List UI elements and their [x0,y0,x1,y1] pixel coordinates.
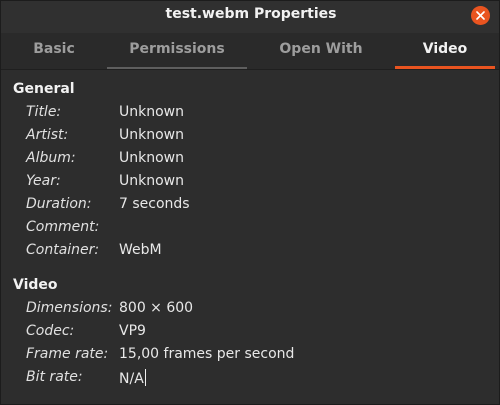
frame-rate-value: 15,00 frames per second [119,346,295,362]
container-label: Container: [26,242,100,258]
duration-value: 7 seconds [119,196,190,212]
duration-label: Duration: [26,196,92,212]
artist-label: Artist: [26,127,69,143]
artist-value: Unknown [119,127,184,143]
dimensions-value: 800 × 600 [119,300,194,316]
tab-basic[interactable]: Basic [1,33,107,69]
general-heading: General [13,81,75,97]
frame-rate-label: Frame rate: [26,346,109,362]
year-value: Unknown [119,173,184,189]
tab-video[interactable]: Video [395,33,495,69]
tab-bar: Basic Permissions Open With Video [1,33,499,70]
video-properties-panel: General Title: Unknown Artist: Unknown A… [1,70,499,404]
codec-value: VP9 [119,323,146,339]
album-label: Album: [26,150,76,166]
bit-rate-value-wrapper[interactable]: N/A [119,369,146,387]
window-title: test.webm Properties [165,6,337,22]
video-heading: Video [13,277,58,293]
close-icon [476,11,485,20]
text-cursor [144,369,146,386]
bit-rate-label: Bit rate: [26,369,83,385]
properties-window: test.webm Properties Basic Permissions O… [0,0,500,405]
title-label: Title: [26,104,62,120]
close-button[interactable] [471,6,490,25]
dimensions-label: Dimensions: [26,300,113,316]
container-value: WebM [119,242,162,258]
bit-rate-value[interactable]: N/A [119,371,144,387]
codec-label: Codec: [26,323,75,339]
comment-label: Comment: [26,219,100,235]
year-label: Year: [26,173,61,189]
tab-open-with[interactable]: Open With [247,33,395,69]
title-value: Unknown [119,104,184,120]
title-bar[interactable]: test.webm Properties [1,1,499,33]
tab-permissions[interactable]: Permissions [107,33,247,69]
album-value: Unknown [119,150,184,166]
